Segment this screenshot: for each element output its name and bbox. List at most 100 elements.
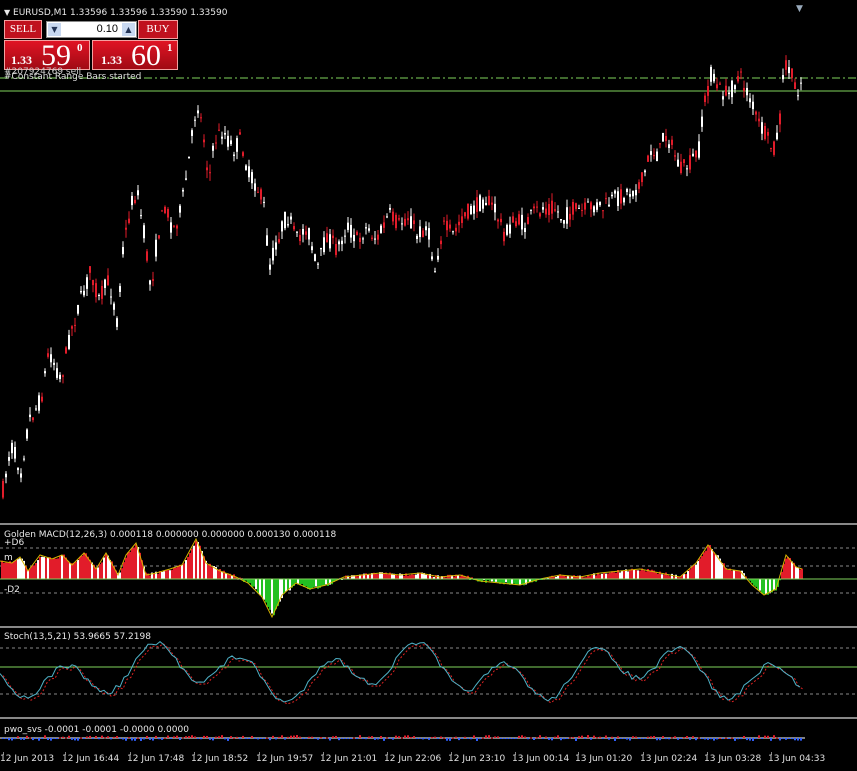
pwo-bar: [683, 737, 685, 739]
macd-bar: [255, 579, 257, 590]
sell-button[interactable]: SELL: [4, 20, 42, 39]
candle-body: [794, 82, 796, 89]
dropdown-triangle-icon[interactable]: ▼: [4, 8, 10, 17]
pwo-bar: [284, 738, 286, 740]
candle-body: [671, 139, 673, 145]
macd-bar: [515, 579, 517, 585]
pwo-bar: [236, 736, 238, 738]
macd-bar: [79, 556, 81, 579]
macd-bar: [183, 563, 185, 579]
main-chart-pane[interactable]: ▼ EURUSD,M1 1.33596 1.33596 1.33590 1.33…: [0, 0, 857, 523]
candle-body: [380, 225, 382, 233]
candle-body: [452, 231, 454, 233]
macd-bar: [263, 579, 265, 600]
pwo-bar: [80, 737, 82, 739]
macd-bar: [733, 569, 735, 579]
candle-body: [152, 279, 154, 281]
pwo-bar: [323, 738, 325, 739]
candle-body: [593, 206, 595, 213]
pwo-bar: [332, 736, 334, 738]
pwo-bar: [311, 736, 313, 738]
pwo-bar: [623, 738, 625, 739]
candle-body: [461, 216, 463, 223]
pwo-bar: [449, 738, 451, 741]
pwo-bar: [722, 738, 724, 739]
macd-bar: [711, 549, 713, 579]
candle-body: [416, 235, 418, 240]
candle-body: [695, 150, 697, 158]
lot-size-field[interactable]: ▼ 0.10 ▲: [46, 21, 137, 38]
macd-bar: [217, 569, 219, 579]
macd-bar: [591, 575, 593, 579]
pwo-bar: [428, 738, 430, 740]
buy-price-pips: 60: [131, 39, 161, 72]
pwo-bar: [113, 736, 115, 738]
pwo-bar: [272, 735, 274, 738]
pwo-bar: [536, 737, 538, 739]
macd-bar: [33, 565, 35, 579]
pwo-bar: [788, 738, 790, 740]
candle-body: [389, 207, 391, 210]
sell-price-quote[interactable]: 1.33 59 0: [4, 39, 90, 72]
lot-increase-icon[interactable]: ▲: [122, 23, 135, 36]
macd-bar: [801, 568, 803, 579]
pwo-bar: [215, 736, 217, 738]
pwo-bar: [407, 735, 409, 738]
macd-pane[interactable]: Golden MACD(12,26,3) 0.000118 0.000000 0…: [0, 525, 857, 626]
pwo-bar: [584, 738, 586, 739]
buy-price-quote[interactable]: 1.33 60 1: [92, 39, 178, 72]
macd-bar: [301, 579, 303, 584]
pwo-bar: [794, 738, 796, 741]
macd-bar: [753, 579, 755, 586]
scroll-marker-icon[interactable]: ▼: [796, 4, 803, 14]
candle-body: [791, 68, 793, 78]
candle-body: [434, 271, 436, 273]
macd-bar: [705, 550, 707, 579]
macd-bar: [595, 575, 597, 579]
pwo-bar: [158, 738, 160, 740]
candle-body: [395, 214, 397, 229]
candle-body: [413, 220, 415, 225]
candle-body: [686, 168, 688, 170]
candle-body: [86, 277, 88, 289]
macd-bar: [3, 562, 5, 579]
pwo-bar: [224, 738, 226, 740]
candle-body: [290, 216, 292, 220]
macd-bar: [97, 567, 99, 579]
candle-body: [23, 458, 25, 460]
candle-body: [689, 155, 691, 170]
candle-body: [56, 368, 58, 378]
candle-body: [731, 80, 733, 98]
pwo-bar: [41, 738, 43, 739]
sell-price-prefix: 1.33: [11, 53, 32, 67]
lot-size-value[interactable]: 0.10: [97, 23, 118, 35]
macd-bar: [107, 555, 109, 579]
pwo-bar: [188, 736, 190, 738]
candle-body: [683, 159, 685, 164]
lot-decrease-icon[interactable]: ▼: [48, 23, 61, 36]
macd-bar: [163, 571, 165, 579]
candle-body: [560, 219, 562, 221]
pwo-bar: [644, 738, 646, 739]
macd-bar: [119, 572, 121, 579]
pwo-bar: [614, 738, 616, 741]
pwo-bar: [587, 735, 589, 738]
macd-bar: [781, 571, 783, 579]
pwo-bar: [776, 737, 778, 739]
macd-bar: [41, 556, 43, 579]
pwo-bar: [578, 736, 580, 738]
buy-button[interactable]: BUY: [138, 20, 178, 39]
candle-body: [596, 202, 598, 210]
stochastic-pane[interactable]: Stoch(13,5,21) 53.9665 57.2198: [0, 628, 857, 717]
pwo-bar: [464, 736, 466, 738]
candle-body: [506, 224, 508, 235]
candle-body: [614, 190, 616, 194]
pwo-pane[interactable]: pwo_svs -0.0001 -0.0001 -0.0000 0.0000: [0, 719, 857, 752]
candle-body: [767, 131, 769, 136]
macd-lower-label: -D2: [4, 585, 20, 595]
candle-body: [161, 210, 163, 212]
candle-body: [758, 118, 760, 122]
pwo-bar: [758, 735, 760, 738]
pwo-bar: [524, 736, 526, 738]
macd-upper-label: +D6: [4, 538, 25, 548]
